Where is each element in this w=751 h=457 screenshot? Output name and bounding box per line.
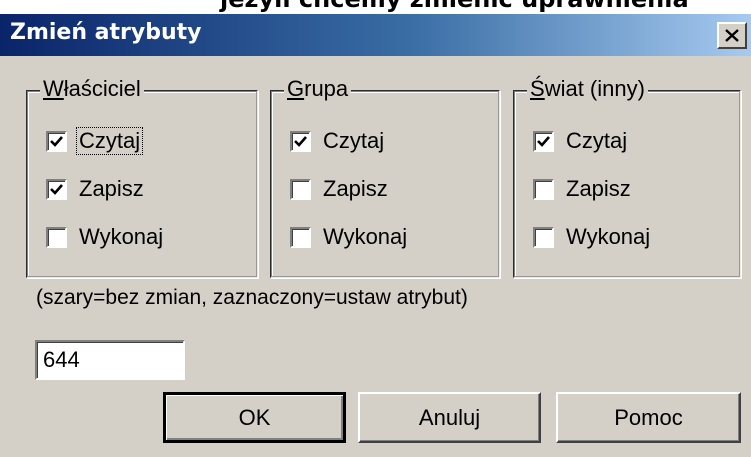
checkbox-box[interactable]	[46, 130, 67, 152]
group-group: Grupa Czytaj Zapisz Wykonaj	[270, 76, 500, 278]
group-world: Świat (inny) Czytaj Zapisz Wykonaj	[513, 76, 741, 278]
group-read-label: Czytaj	[323, 128, 385, 153]
window-title: Zmień atrybuty	[10, 20, 202, 45]
owner-execute-label: Wykonaj	[79, 224, 164, 249]
help-button[interactable]: Pomoc	[556, 392, 741, 443]
title-bar: Zmień atrybuty	[0, 14, 751, 56]
checkmark-icon	[537, 135, 550, 147]
group-execute-checkbox[interactable]: Wykonaj	[290, 221, 409, 253]
checkmark-icon	[294, 135, 307, 147]
checkmark-icon	[50, 183, 63, 195]
checkbox-box[interactable]	[290, 226, 311, 248]
owner-execute-checkbox[interactable]: Wykonaj	[46, 221, 165, 253]
checkbox-box[interactable]	[290, 178, 311, 200]
group-execute-label: Wykonaj	[323, 224, 408, 249]
hint-text: (szary=bez zmian, zaznaczony=ustaw atryb…	[36, 286, 468, 309]
ok-button[interactable]: OK	[163, 392, 346, 443]
group-write-label: Zapisz	[323, 176, 388, 201]
group-world-title: Świat (inny)	[527, 76, 648, 102]
octal-attributes-input[interactable]	[35, 340, 185, 380]
change-attributes-dialog: Zmień atrybuty Właściciel Czytaj Zapisz …	[0, 14, 751, 457]
group-write-checkbox[interactable]: Zapisz	[290, 173, 390, 205]
background-heading-fragment: jeżyli chcemy zmienić uprawnienia	[0, 0, 751, 14]
checkbox-box[interactable]	[46, 178, 67, 200]
group-read-checkbox[interactable]: Czytaj	[290, 125, 386, 157]
owner-write-label: Zapisz	[79, 176, 144, 201]
world-execute-label: Wykonaj	[566, 224, 651, 249]
checkmark-icon	[50, 135, 63, 147]
owner-read-label: Czytaj	[75, 127, 144, 155]
checkbox-box[interactable]	[533, 130, 554, 152]
checkbox-box[interactable]	[533, 178, 554, 200]
checkbox-box[interactable]	[46, 226, 67, 248]
close-icon	[725, 29, 739, 42]
world-read-label: Czytaj	[566, 128, 628, 153]
group-owner: Właściciel Czytaj Zapisz Wykonaj	[26, 76, 258, 278]
world-execute-checkbox[interactable]: Wykonaj	[533, 221, 652, 253]
background-heading-text: jeżyli chcemy zmienić uprawnienia	[220, 0, 689, 13]
world-read-checkbox[interactable]: Czytaj	[533, 125, 629, 157]
checkbox-box[interactable]	[533, 226, 554, 248]
world-write-checkbox[interactable]: Zapisz	[533, 173, 633, 205]
cancel-button[interactable]: Anuluj	[358, 392, 541, 443]
group-owner-title: Właściciel	[40, 76, 144, 102]
checkbox-box[interactable]	[290, 130, 311, 152]
group-group-title: Grupa	[284, 76, 352, 102]
world-write-label: Zapisz	[566, 176, 631, 201]
owner-write-checkbox[interactable]: Zapisz	[46, 173, 146, 205]
close-button[interactable]	[717, 22, 747, 49]
owner-read-checkbox[interactable]: Czytaj	[46, 125, 144, 157]
